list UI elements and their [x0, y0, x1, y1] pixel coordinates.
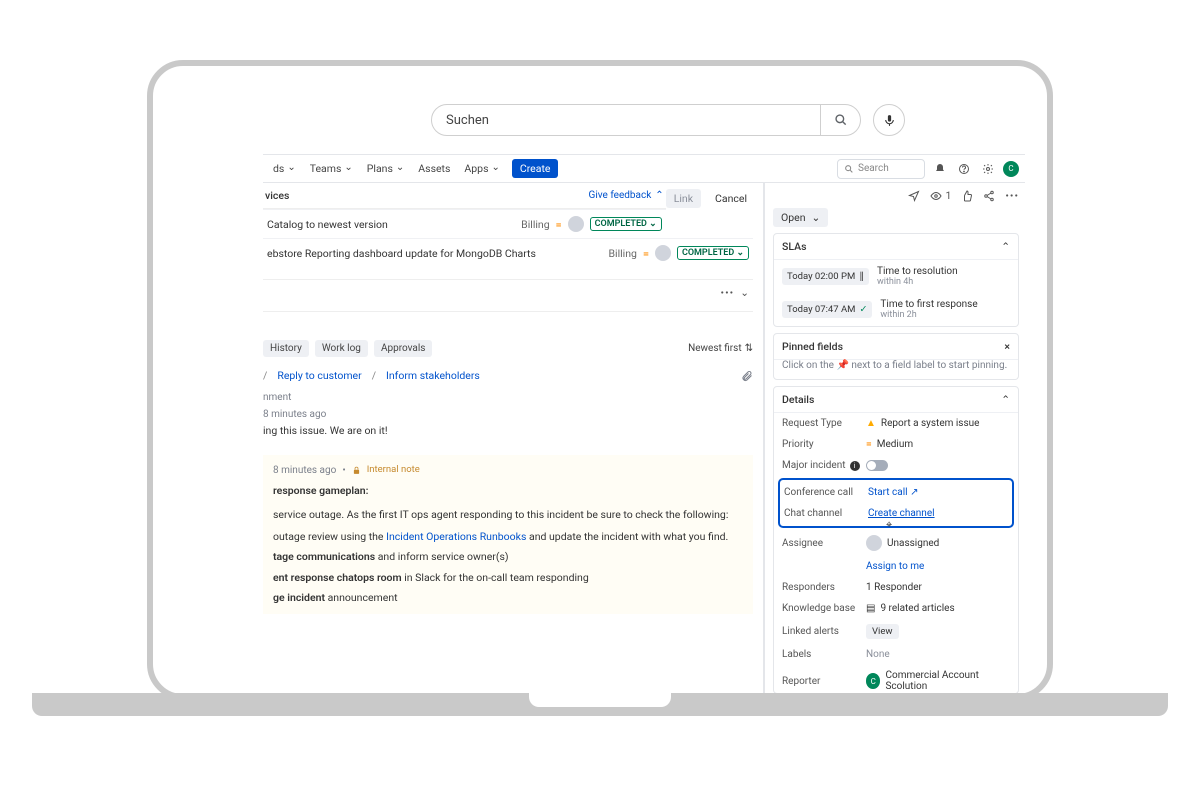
assignee-avatar: [568, 216, 584, 232]
runbooks-link[interactable]: Incident Operations Runbooks: [386, 530, 526, 543]
tab-worklog[interactable]: Work log: [315, 340, 368, 357]
comment-body: ing this issue. We are on it!: [263, 424, 753, 437]
help-icon[interactable]: [955, 160, 973, 178]
section-heading: vices: [265, 189, 289, 202]
cursor-icon: ⌖: [886, 518, 892, 532]
watch-icon[interactable]: 1: [930, 189, 951, 202]
external-link-icon: ↗: [910, 487, 918, 498]
assignee-avatar: [866, 535, 882, 551]
reporter-avatar: C: [866, 673, 880, 689]
major-incident-toggle[interactable]: [866, 460, 888, 471]
assignee-avatar: [655, 245, 671, 261]
browser-search-bar[interactable]: Suchen: [431, 104, 861, 136]
view-linked-alerts-button[interactable]: View: [866, 624, 899, 639]
create-button[interactable]: Create: [512, 159, 559, 178]
give-feedback-link[interactable]: Give feedback ⌃: [589, 190, 664, 201]
issue-category: Billing: [521, 218, 549, 231]
search-icon[interactable]: [820, 105, 860, 135]
gear-icon[interactable]: [979, 160, 997, 178]
issue-row[interactable]: Catalog to newest version Billing = COMP…: [263, 209, 666, 238]
link-button[interactable]: Link: [666, 189, 701, 208]
priority-icon: =: [866, 439, 872, 450]
info-icon[interactable]: i: [850, 461, 860, 471]
create-channel-link[interactable]: Create channel: [868, 508, 935, 519]
more-icon[interactable]: •••: [1005, 189, 1019, 202]
comment-time: 8 minutes ago: [263, 409, 753, 420]
slas-heading: SLAs: [782, 240, 807, 253]
internal-note-tag: Internal note: [367, 463, 420, 478]
chevron-up-icon[interactable]: ⌃: [1001, 393, 1010, 406]
mic-icon[interactable]: [873, 104, 905, 136]
chevron-up-icon: ⌃: [655, 190, 663, 201]
issue-row[interactable]: ebstore Reporting dashboard update for M…: [263, 238, 753, 267]
pinned-heading: Pinned fields: [782, 340, 843, 353]
comment-heading: nment: [263, 392, 753, 403]
note-title: response gameplan:: [273, 484, 368, 497]
sla-time-badge: Today 02:00 PM ∥: [782, 268, 869, 285]
nav-item-assets[interactable]: Assets: [414, 162, 454, 175]
chevron-down-icon: ⌄: [812, 211, 821, 224]
sort-icon: ⇅: [745, 343, 753, 354]
nav-item-apps[interactable]: Apps: [460, 162, 503, 175]
reply-to-customer-link[interactable]: Reply to customer: [277, 369, 361, 382]
internal-note: 8 minutes ago • Internal note response g…: [263, 455, 753, 614]
priority-icon: =: [556, 218, 562, 231]
book-icon: ▤: [866, 603, 875, 614]
cancel-button[interactable]: Cancel: [709, 189, 753, 208]
details-panel: Details ⌃ Request Type ▲Report a system …: [773, 386, 1019, 694]
priority-icon: =: [643, 247, 649, 260]
more-icon[interactable]: •••: [721, 286, 735, 299]
slas-panel: SLAs ⌃ Today 02:00 PM ∥ Time to resoluti…: [773, 233, 1019, 327]
status-dropdown[interactable]: Open ⌄: [773, 208, 828, 227]
share-icon[interactable]: [983, 190, 995, 202]
inform-stakeholders-link[interactable]: Inform stakeholders: [386, 369, 480, 382]
tab-history[interactable]: History: [263, 340, 309, 357]
details-heading: Details: [782, 393, 814, 406]
check-icon: ✓: [859, 304, 867, 315]
sort-toggle[interactable]: Newest first ⇅: [688, 343, 753, 354]
pinned-fields-panel: Pinned fields × Click on the 📌 next to a…: [773, 333, 1019, 380]
issue-title: ebstore Reporting dashboard update for M…: [267, 247, 602, 260]
pause-icon: ∥: [859, 271, 864, 282]
start-call-link[interactable]: Start call ↗: [868, 487, 918, 498]
browser-search-placeholder: Suchen: [432, 113, 820, 128]
issue-category: Billing: [608, 247, 636, 260]
tab-approvals[interactable]: Approvals: [374, 340, 432, 357]
warning-icon: ▲: [866, 418, 876, 429]
highlighted-group: Conference call Start call ↗ Chat channe…: [778, 478, 1014, 528]
app-search-input[interactable]: Search: [837, 159, 925, 179]
user-avatar[interactable]: C: [1003, 161, 1019, 177]
app-search-placeholder: Search: [858, 163, 889, 174]
note-time: 8 minutes ago: [273, 463, 336, 479]
nav-item-plans[interactable]: Plans: [363, 162, 409, 175]
chevron-down-icon[interactable]: ⌄: [740, 286, 749, 299]
assign-to-me-link[interactable]: Assign to me: [866, 561, 924, 572]
nav-item[interactable]: ds: [269, 162, 300, 175]
nav-item-teams[interactable]: Teams: [306, 162, 357, 175]
status-badge[interactable]: COMPLETED ⌄: [677, 246, 749, 260]
issue-title: Catalog to newest version: [267, 218, 515, 231]
like-icon[interactable]: [961, 190, 973, 202]
pin-icon: 📌: [836, 360, 848, 371]
close-icon[interactable]: ×: [1004, 340, 1010, 353]
sla-time-badge: Today 07:47 AM ✓: [782, 301, 872, 318]
status-badge[interactable]: COMPLETED ⌄: [590, 217, 662, 231]
chevron-up-icon[interactable]: ⌃: [1001, 240, 1010, 253]
feedback-icon[interactable]: [908, 190, 920, 202]
notifications-icon[interactable]: [931, 160, 949, 178]
attachment-icon[interactable]: [741, 370, 753, 382]
